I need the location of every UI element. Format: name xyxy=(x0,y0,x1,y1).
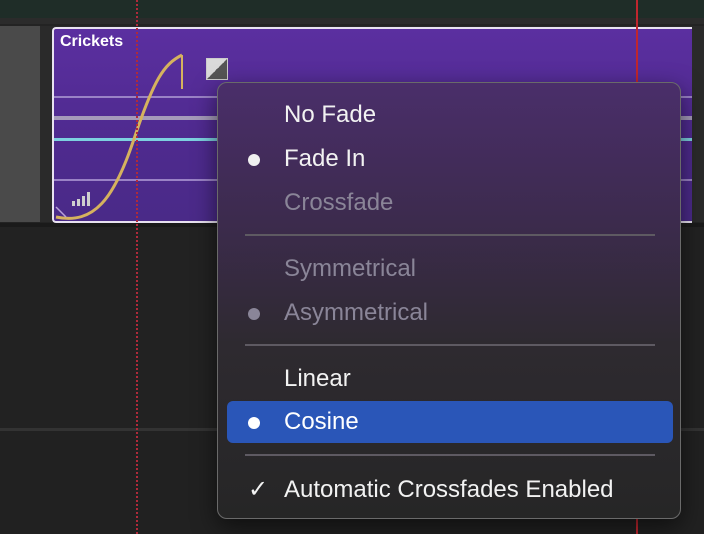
fade-in-curve[interactable] xyxy=(54,29,194,223)
track-header[interactable] xyxy=(0,26,40,222)
ruler-divider xyxy=(0,18,704,24)
menu-item-asymmetrical: Asymmetrical xyxy=(227,292,673,334)
bullet-icon xyxy=(248,401,278,443)
menu-item-symmetrical: Symmetrical xyxy=(284,255,417,282)
marker-line xyxy=(136,0,138,534)
menu-separator xyxy=(245,454,655,456)
menu-item-fade-in[interactable]: Fade In xyxy=(227,138,673,180)
menu-item-linear[interactable]: Linear xyxy=(227,358,673,400)
menu-separator xyxy=(245,344,655,346)
fade-context-menu: No Fade Fade In Crossfade Symmetrical As… xyxy=(217,82,681,519)
menu-separator xyxy=(245,234,655,236)
checkmark-icon: ✓ xyxy=(248,476,269,503)
fade-handle-icon[interactable] xyxy=(206,58,228,80)
menu-item-crossfade: Crossfade xyxy=(284,189,394,216)
menu-item-automatic-crossfades[interactable]: ✓ Automatic Crossfades Enabled xyxy=(227,469,673,511)
menu-item-no-fade[interactable]: No Fade xyxy=(227,94,673,136)
timeline-top-strip xyxy=(0,0,704,18)
bullet-icon xyxy=(248,292,278,334)
menu-item-cosine[interactable]: Cosine xyxy=(227,401,673,443)
bullet-icon xyxy=(248,138,278,180)
